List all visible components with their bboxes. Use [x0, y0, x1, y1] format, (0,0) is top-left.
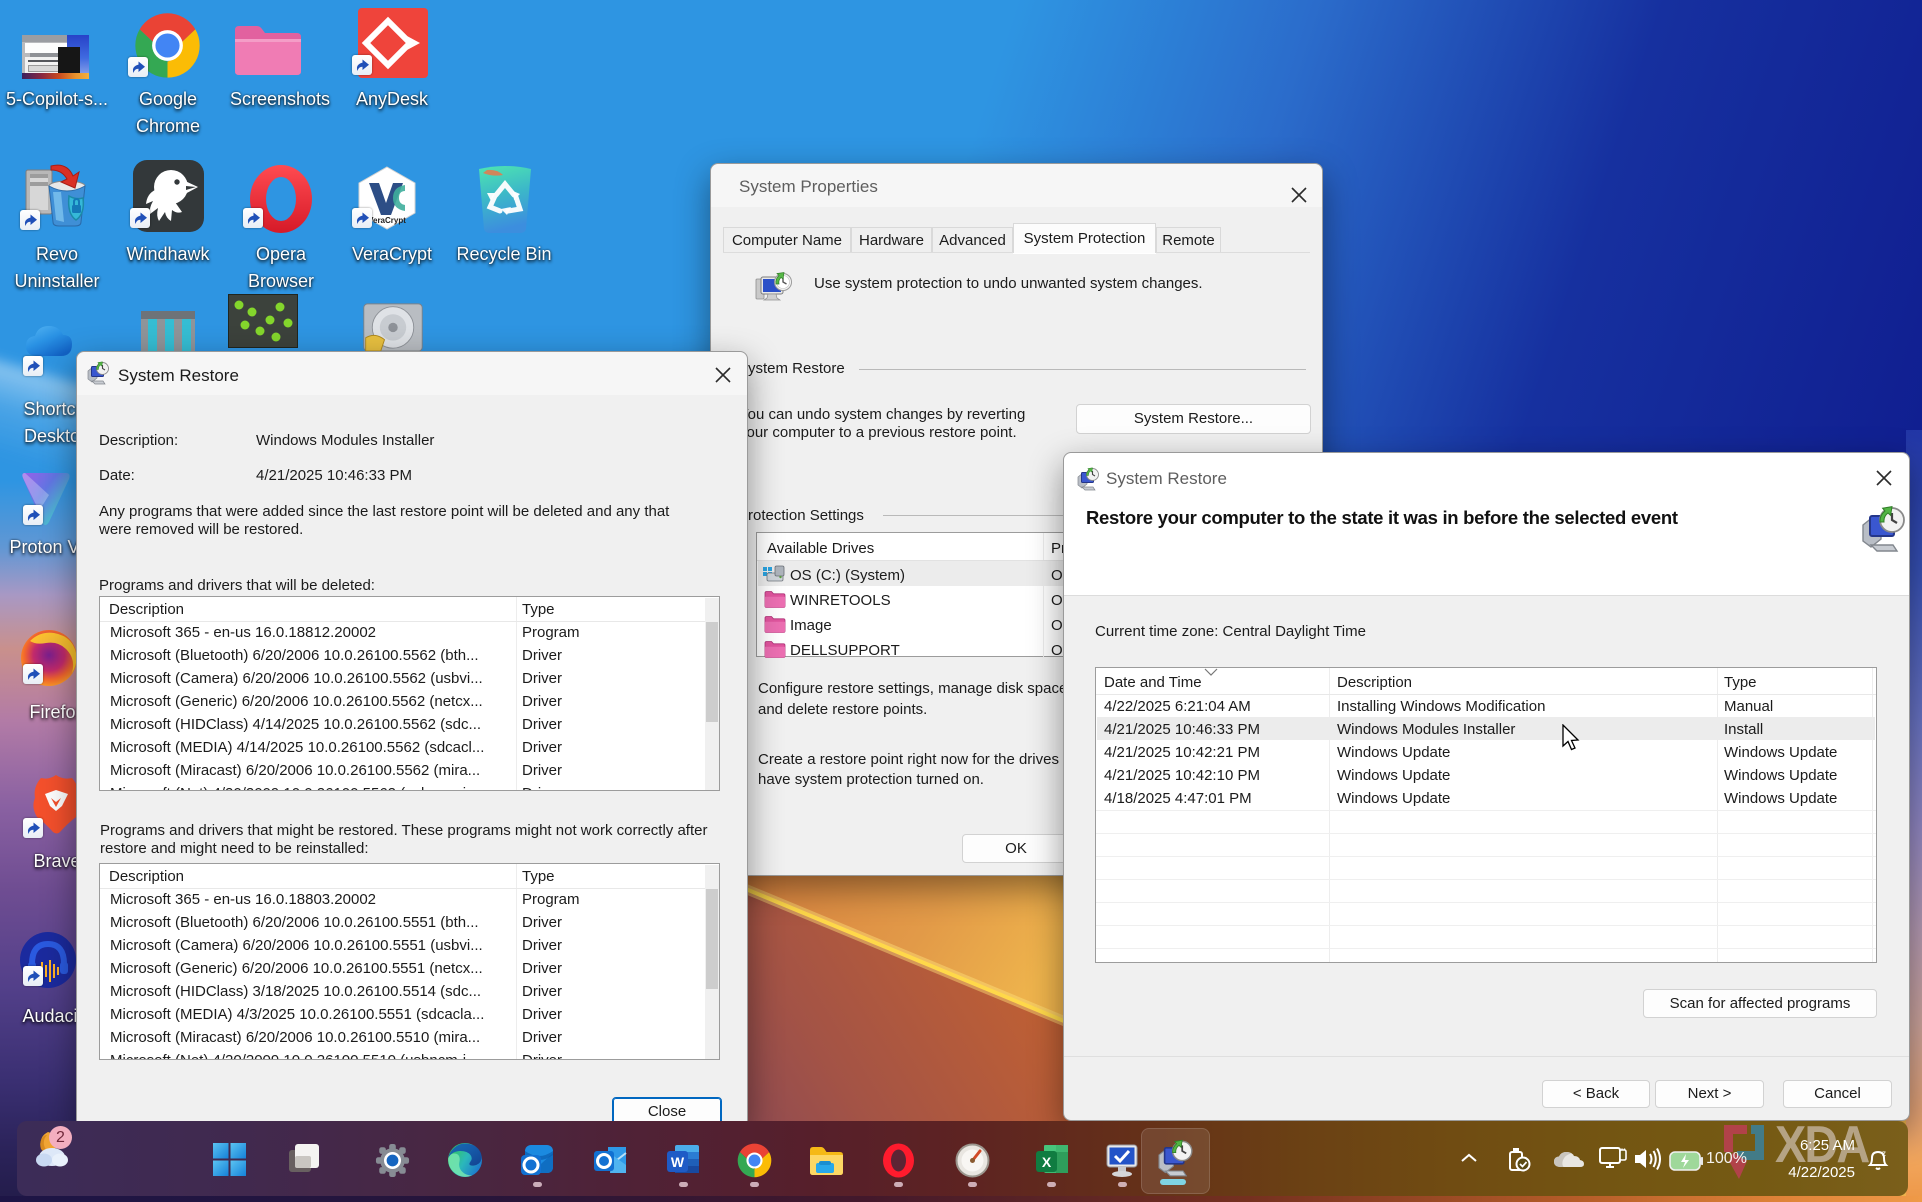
svg-text:X: X [1042, 1154, 1052, 1170]
svg-text:VeraCrypt: VeraCrypt [368, 216, 406, 225]
svg-text:z: z [1882, 1149, 1886, 1158]
svg-text:W: W [671, 1154, 685, 1170]
